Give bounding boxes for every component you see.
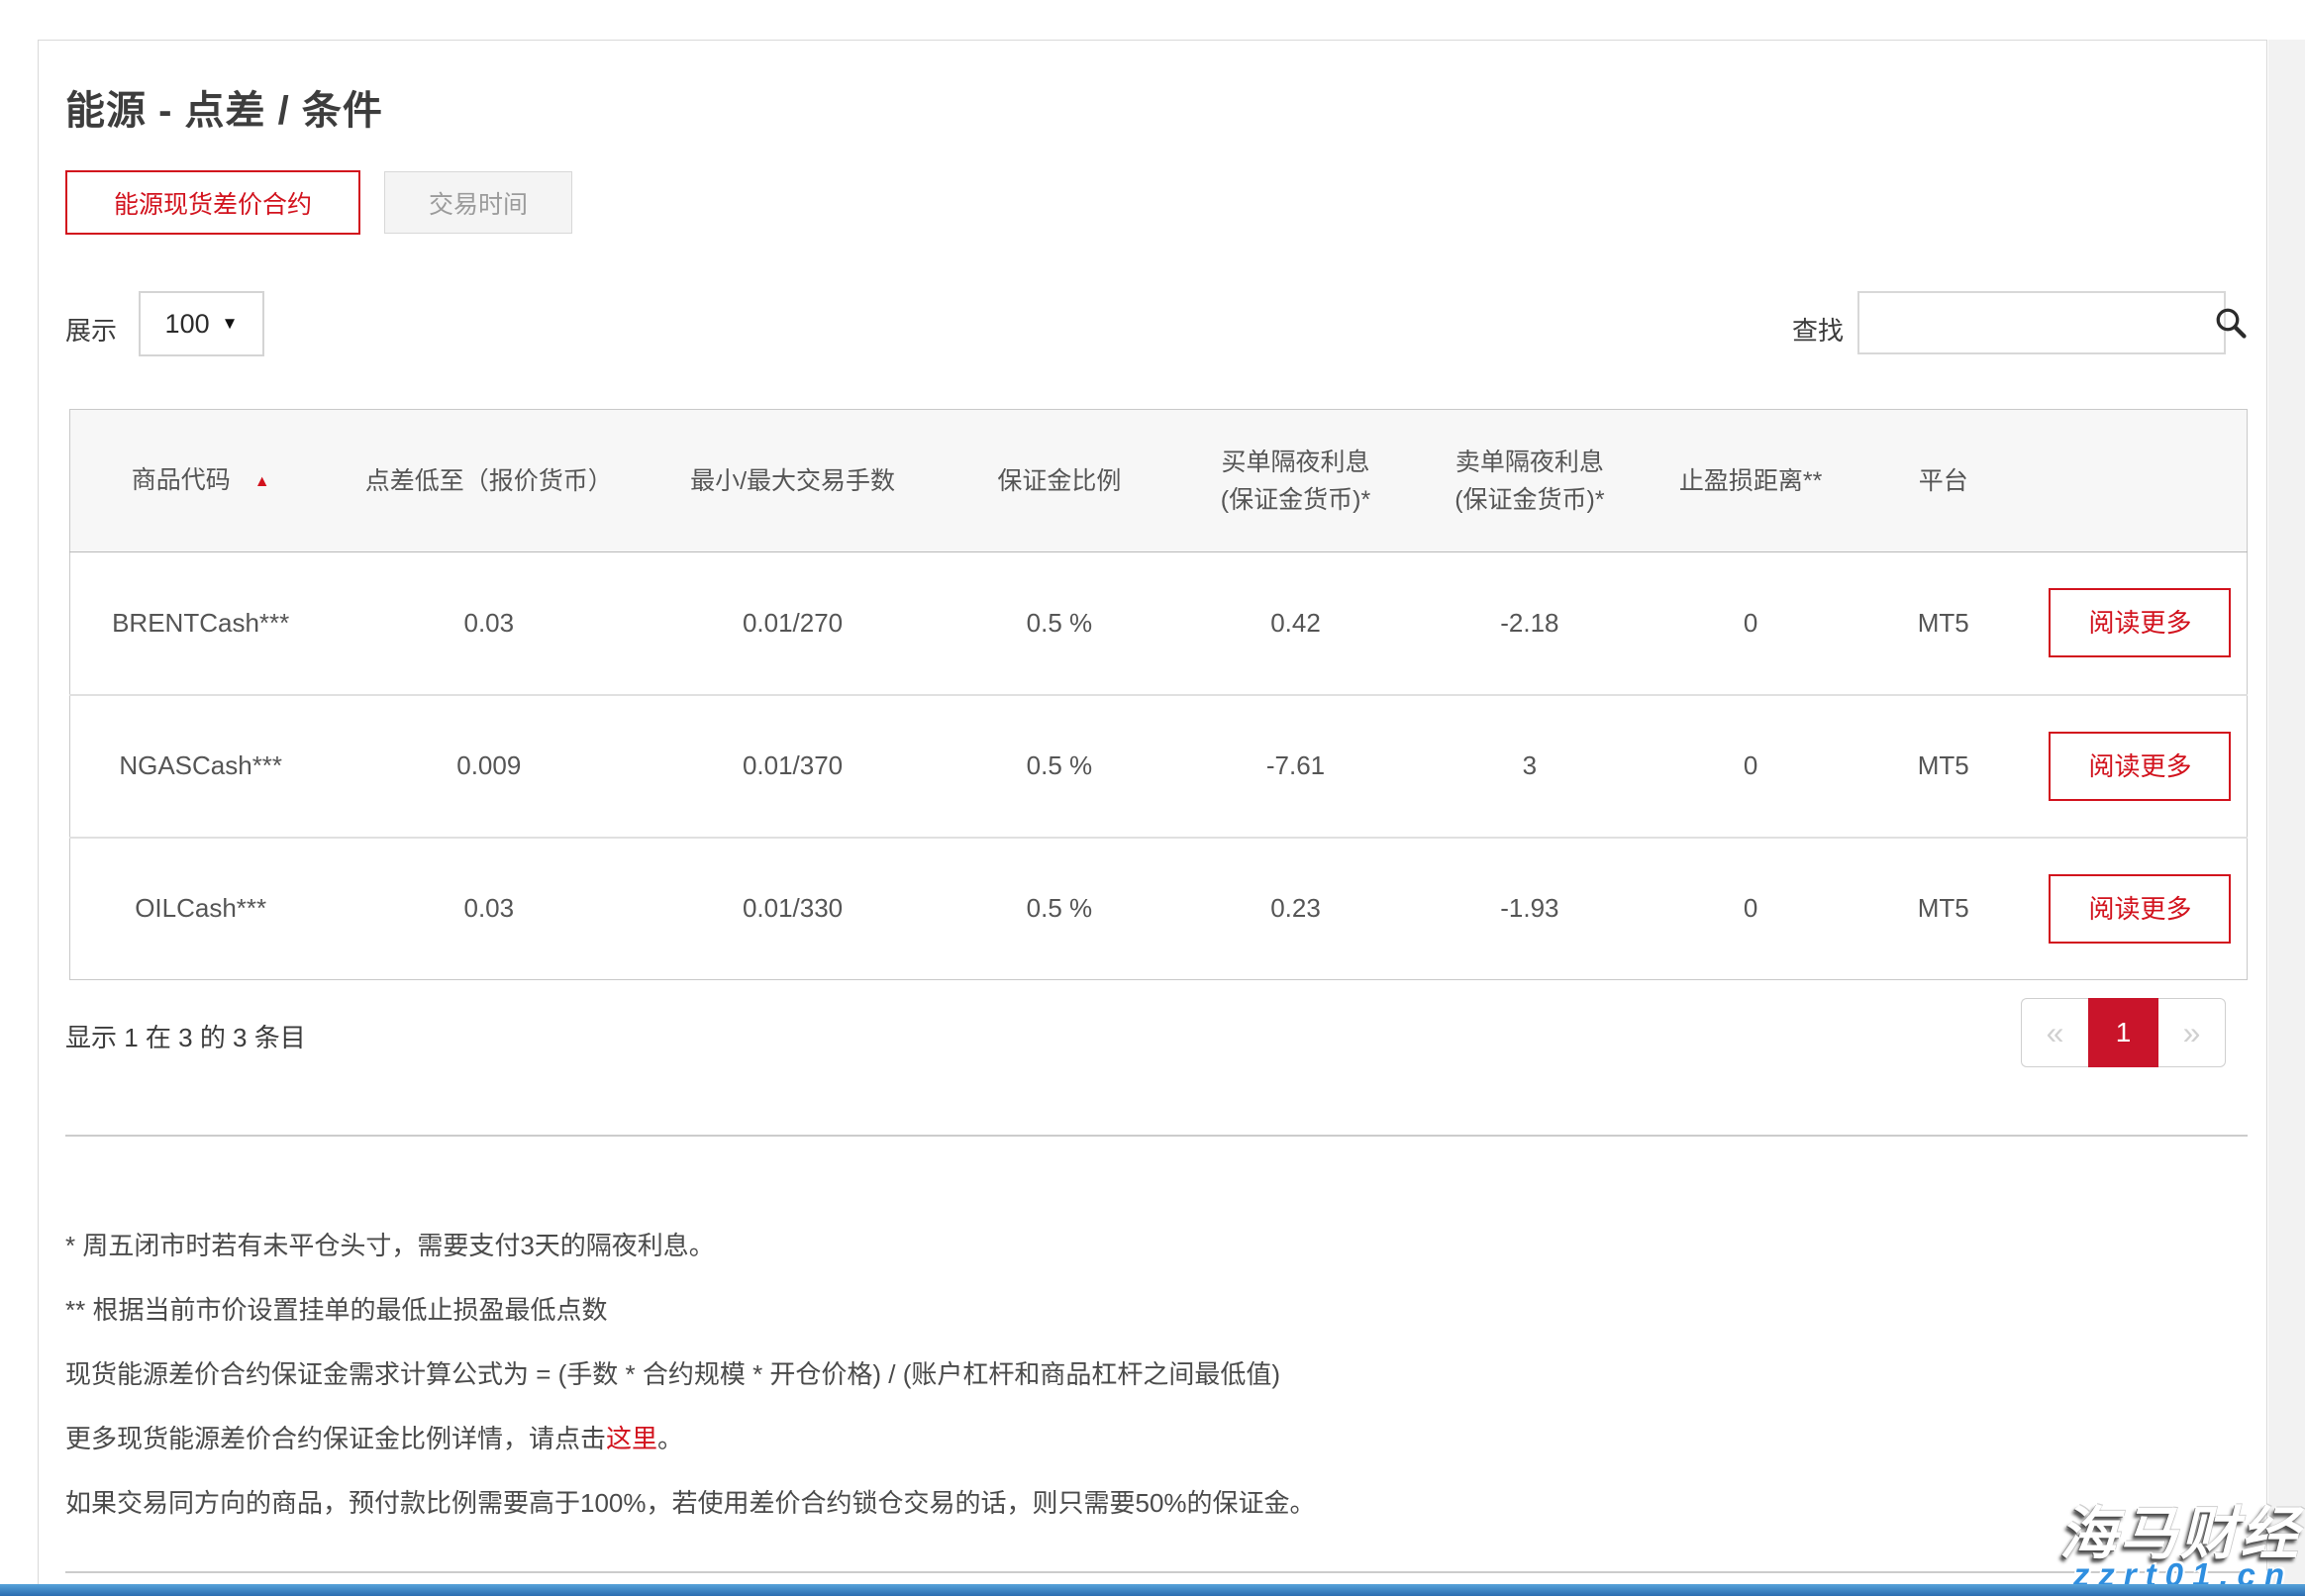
cell-symbol: OILCash*** [70,838,332,980]
pagination: « 1 » [2021,998,2226,1067]
chevron-down-icon: ▼ [222,314,239,334]
footnote-stop-levels: ** 根据当前市价设置挂单的最低止损盈最低点数 [65,1292,2145,1328]
tab-energy-spot-cfd[interactable]: 能源现货差价合约 [65,170,360,235]
page-size-label: 展示 [65,311,117,348]
column-header-platform[interactable]: 平台 [1853,410,2034,552]
page-size-select[interactable]: 100 ▼ [139,291,264,356]
cell-swap-sell: -1.93 [1411,838,1649,980]
read-more-button[interactable]: 阅读更多 [2049,732,2231,801]
cell-lots: 0.01/330 [647,838,939,980]
column-header-symbol[interactable]: 商品代码▲ [70,410,332,552]
cell-symbol: NGASCash*** [70,695,332,838]
prev-icon: « [2047,1015,2064,1051]
cell-margin: 0.5 % [939,552,1180,695]
search-label: 查找 [1792,311,1844,348]
column-header-margin[interactable]: 保证金比例 [939,410,1180,552]
column-header-spread[interactable]: 点差低至（报价货币） [331,410,647,552]
cell-stop-distance: 0 [1649,838,1854,980]
cell-symbol: BRENTCash*** [70,552,332,695]
cell-margin: 0.5 % [939,838,1180,980]
here-link[interactable]: 这里 [606,1424,657,1453]
search-icon[interactable] [2213,305,2249,341]
entries-summary: 显示 1 在 3 的 3 条目 [65,1018,306,1054]
cell-lots: 0.01/370 [647,695,939,838]
pagination-prev-button[interactable]: « [2021,998,2088,1067]
cell-swap-buy: 0.23 [1180,838,1411,980]
cell-stop-distance: 0 [1649,695,1854,838]
sort-asc-icon[interactable]: ▲ [254,473,270,490]
spread-conditions-table: 商品代码▲ 点差低至（报价货币） 最小/最大交易手数 保证金比例 买单隔夜利息 … [69,409,2248,980]
table-row: OILCash*** 0.03 0.01/330 0.5 % 0.23 -1.9… [70,838,2248,980]
cell-platform: MT5 [1853,838,2034,980]
table-header-row: 商品代码▲ 点差低至（报价货币） 最小/最大交易手数 保证金比例 买单隔夜利息 … [70,410,2248,552]
cell-swap-buy: -7.61 [1180,695,1411,838]
cell-swap-sell: -2.18 [1411,552,1649,695]
tab-trading-hours[interactable]: 交易时间 [384,171,572,234]
bottom-blue-bar [0,1584,2305,1596]
cell-spread: 0.03 [331,838,647,980]
search-input[interactable] [1859,293,2213,352]
footnote-margin-details: 更多现货能源差价合约保证金比例详情，请点击这里。 [65,1421,2145,1456]
tab-label: 能源现货差价合约 [114,185,312,221]
search-box[interactable] [1857,291,2226,354]
column-header-lots[interactable]: 最小/最大交易手数 [647,410,939,552]
cell-spread: 0.009 [331,695,647,838]
cell-lots: 0.01/270 [647,552,939,695]
table-row: BRENTCash*** 0.03 0.01/270 0.5 % 0.42 -2… [70,552,2248,695]
pagination-page-1[interactable]: 1 [2088,998,2158,1067]
table-row: NGASCash*** 0.009 0.01/370 0.5 % -7.61 3… [70,695,2248,838]
footnotes: * 周五闭市时若有未平仓头寸，需要支付3天的隔夜利息。 ** 根据当前市价设置挂… [65,1228,2145,1549]
page-right-gutter [2268,40,2305,1584]
column-header-stop-distance[interactable]: 止盈损距离** [1649,410,1854,552]
read-more-button[interactable]: 阅读更多 [2049,588,2231,657]
read-more-button[interactable]: 阅读更多 [2049,874,2231,944]
cell-swap-sell: 3 [1411,695,1649,838]
footnote-margin-formula: 现货能源差价合约保证金需求计算公式为 = (手数 * 合约规模 * 开仓价格) … [65,1356,2145,1392]
page-title: 能源 - 点差 / 条件 [65,78,383,136]
cell-platform: MT5 [1853,552,2034,695]
cell-swap-buy: 0.42 [1180,552,1411,695]
cell-platform: MT5 [1853,695,2034,838]
footnote-hedged-margin: 如果交易同方向的商品，预付款比例需要高于100%，若使用差价合约锁仓交易的话，则… [65,1485,2145,1521]
pagination-next-button[interactable]: » [2158,998,2226,1067]
page-size-value: 100 [165,309,210,340]
cell-spread: 0.03 [331,552,647,695]
divider [65,1571,2248,1573]
tab-label: 交易时间 [429,185,528,221]
column-header-swap-buy[interactable]: 买单隔夜利息 (保证金货币)* [1180,410,1411,552]
cell-stop-distance: 0 [1649,552,1854,695]
column-header-swap-sell[interactable]: 卖单隔夜利息 (保证金货币)* [1411,410,1649,552]
divider [65,1135,2248,1137]
cell-margin: 0.5 % [939,695,1180,838]
column-header-actions [2034,410,2248,552]
next-icon: » [2183,1015,2201,1051]
footnote-swap-friday: * 周五闭市时若有未平仓头寸，需要支付3天的隔夜利息。 [65,1228,2145,1263]
